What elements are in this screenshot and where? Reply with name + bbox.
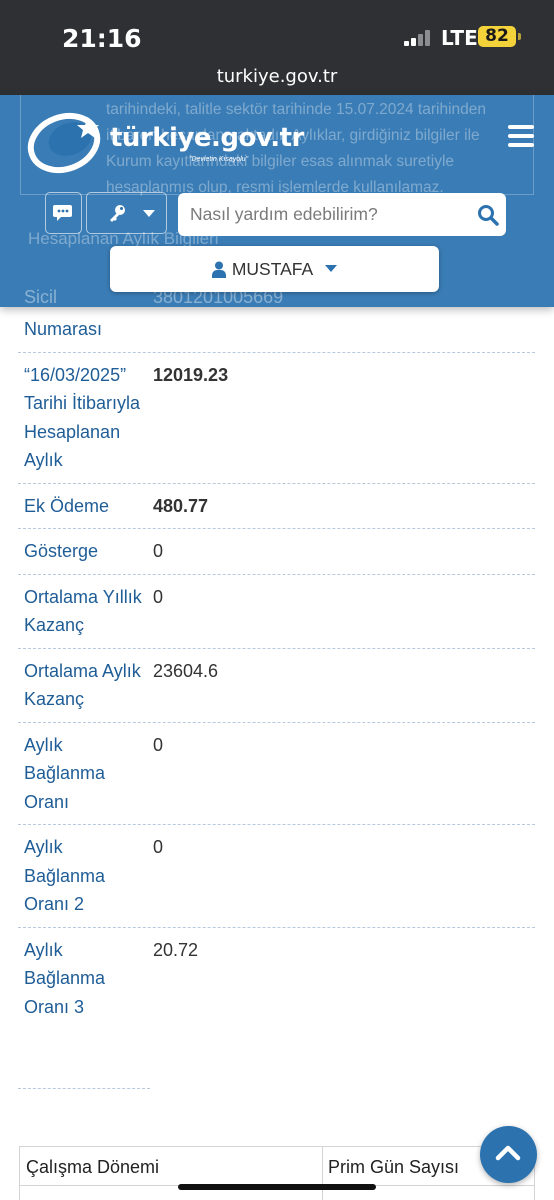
battery-icon: 82 <box>478 26 521 47</box>
row-value: 23604.6 <box>153 660 219 681</box>
network-type: LTE <box>441 26 478 50</box>
chevron-down-icon <box>325 265 338 272</box>
chat-button[interactable] <box>45 192 82 234</box>
row-label: Numarası <box>24 319 103 339</box>
info-row-aylik-baglanma-orani-2: Aylık Bağlanma Oranı 2 0 <box>18 825 535 928</box>
row-label: Ek Ödeme <box>24 495 110 516</box>
user-menu-button[interactable]: MUSTAFA <box>110 246 439 292</box>
row-label: Gösterge <box>24 541 99 561</box>
column-header-prim-gun-sayisi: Prim Gün Sayısı <box>328 1157 460 1177</box>
user-icon <box>211 261 226 278</box>
column-header-calisma-donemi: Çalışma Dönemi <box>26 1157 160 1177</box>
battery-level: 82 <box>485 26 509 46</box>
signal-icon <box>404 30 434 46</box>
status-time: 21:16 <box>62 24 142 53</box>
search-input[interactable] <box>190 201 460 227</box>
row-label: “16/03/2025” Tarihi İtibarıyla Hesaplana… <box>24 364 141 471</box>
key-icon <box>110 205 125 222</box>
row-value: 12019.23 <box>153 364 229 385</box>
info-row-sicil-numarasi: Numarası <box>18 307 535 353</box>
info-row-ortalama-aylik-kazanc: Ortalama Aylık Kazanç 23604.6 <box>18 649 535 723</box>
scroll-to-top-button[interactable] <box>480 1126 537 1183</box>
divider <box>18 1088 150 1089</box>
row-label: Aylık Bağlanma Oranı 3 <box>24 939 106 1017</box>
row-value: 0 <box>153 734 164 755</box>
row-label: Aylık Bağlanma Oranı <box>24 734 106 812</box>
chevron-up-icon <box>495 1145 521 1161</box>
row-label: Aylık Bağlanma Oranı 2 <box>24 837 106 914</box>
turkiye-gov-logo[interactable]: türkiye.gov.tr "Devletin Kısayolu" <box>24 105 304 177</box>
logo-swoosh-icon <box>27 112 101 174</box>
row-value: 0 <box>153 586 164 607</box>
chevron-down-icon <box>143 210 155 217</box>
column-divider <box>322 1147 323 1200</box>
logo-text: türkiye.gov.tr <box>110 123 304 153</box>
info-row-aylik-baglanma-orani: Aylık Bağlanma Oranı 0 <box>18 723 535 825</box>
search-box[interactable] <box>178 193 506 236</box>
row-value: 20.72 <box>153 939 199 960</box>
row-value: 480.77 <box>153 495 209 516</box>
chat-icon <box>53 205 72 221</box>
home-indicator[interactable] <box>178 1184 376 1190</box>
background-sicil-label: Sicil <box>24 287 58 307</box>
site-header: tarihindeki, talitle sektör tarihinde 15… <box>0 95 554 307</box>
row-label: Ortalama Yıllık Kazanç <box>24 586 142 636</box>
info-row-aylik-baglanma-orani-3: Aylık Bağlanma Oranı 3 20.72 <box>18 928 535 1030</box>
browser-url[interactable]: turkiye.gov.tr <box>0 66 554 87</box>
row-value: 0 <box>153 837 164 857</box>
info-row-ek-odeme: Ek Ödeme 480.77 <box>18 484 535 529</box>
hamburger-menu-icon[interactable] <box>508 125 534 147</box>
info-row-hesaplanan-aylik: “16/03/2025” Tarihi İtibarıyla Hesaplana… <box>18 353 535 484</box>
work-period-table: Çalışma Dönemi Prim Gün Sayısı <box>19 1146 535 1200</box>
logo-slogan: "Devletin Kısayolu" <box>189 156 249 163</box>
login-key-button[interactable] <box>86 192 167 234</box>
pension-info-table: Numarası “16/03/2025” Tarihi İtibarıyla … <box>18 307 535 1029</box>
row-value <box>148 307 535 352</box>
search-icon[interactable] <box>477 204 499 226</box>
row-value: 0 <box>153 541 164 561</box>
info-row-gosterge: Gösterge 0 <box>18 529 535 575</box>
status-bar: 21:16 LTE 82 turkiye.gov.tr <box>0 0 554 95</box>
user-name: MUSTAFA <box>231 258 314 279</box>
row-label: Ortalama Aylık Kazanç <box>24 660 141 710</box>
info-row-ortalama-yillik-kazanc: Ortalama Yıllık Kazanç 0 <box>18 575 535 649</box>
